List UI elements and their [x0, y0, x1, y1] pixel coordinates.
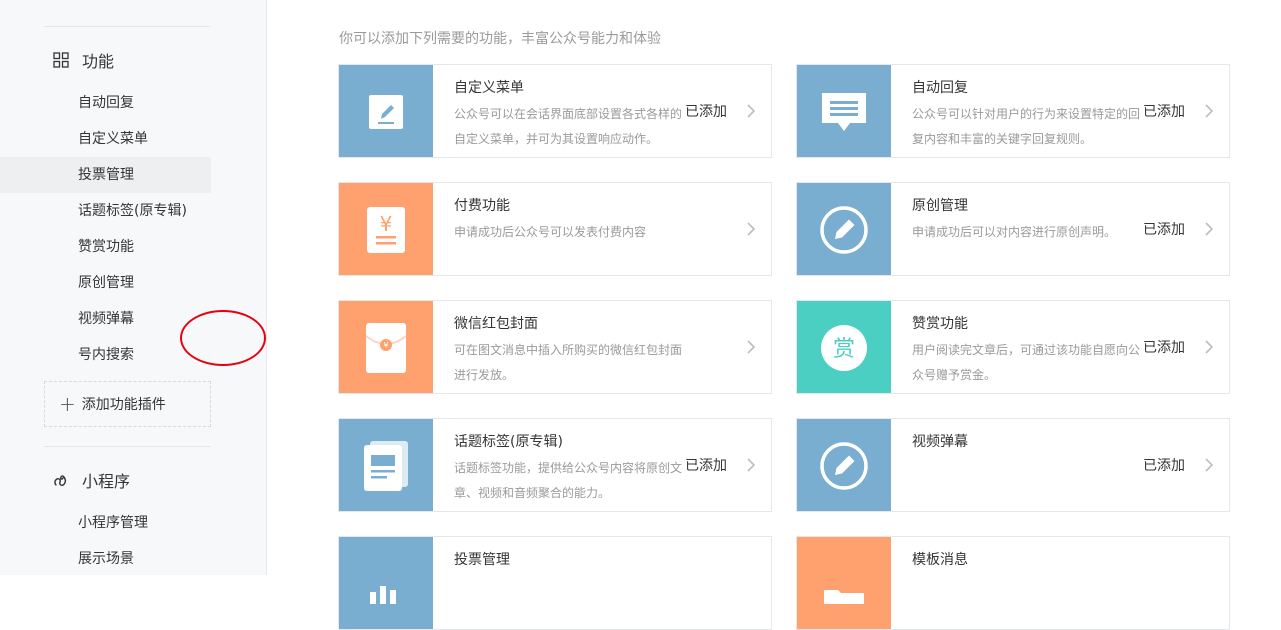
- feature-card-template-message[interactable]: 模板消息: [796, 536, 1230, 630]
- message-icon: [797, 65, 891, 157]
- reward-icon-glyph: 赏: [833, 337, 855, 362]
- card-title: 微信红包封面: [454, 316, 538, 332]
- annotation-circle: [180, 310, 266, 366]
- status-badge: 已添加: [1143, 104, 1185, 120]
- features-section-header: 功能: [52, 48, 114, 72]
- card-description: 用户阅读完文章后，可通过该功能自愿向公众号赠予赏金。: [912, 343, 1141, 382]
- features-section-title: 功能: [82, 52, 115, 71]
- feature-card-original[interactable]: 原创管理 申请成功后可以对内容进行原创声明。 已添加: [796, 182, 1230, 276]
- sidebar: 功能 自动回复 自定义菜单 投票管理 话题标签(原专辑) 赞赏功能 原创管理 视…: [0, 0, 267, 575]
- sidebar-item-miniprogram-management[interactable]: 小程序管理: [0, 505, 211, 541]
- sidebar-item-auto-reply[interactable]: 自动回复: [0, 85, 211, 121]
- svg-text:¥: ¥: [383, 341, 388, 350]
- card-title: 话题标签(原专辑): [454, 434, 563, 450]
- plus-icon: +: [59, 392, 76, 416]
- card-title: 自定义菜单: [454, 80, 524, 96]
- miniprogram-section-title: 小程序: [82, 472, 131, 491]
- status-badge: 已添加: [685, 104, 727, 120]
- feature-card-custom-menu[interactable]: 自定义菜单 公众号可以在会话界面底部设置各式各样的自定义菜单，并可为其设置响应动…: [338, 64, 772, 158]
- sidebar-item-account-search[interactable]: 号内搜索: [0, 337, 211, 373]
- feature-card-red-envelope[interactable]: ¥ 微信红包封面 可在图文消息中插入所购买的微信红包封面进行发放。: [338, 300, 772, 394]
- card-title: 自动回复: [912, 80, 968, 96]
- grid-icon: [52, 51, 70, 69]
- sidebar-item-topic-tags[interactable]: 话题标签(原专辑): [0, 193, 211, 229]
- sidebar-item-custom-menu[interactable]: 自定义菜单: [0, 121, 211, 157]
- reward-icon: 赏: [797, 301, 891, 393]
- card-description: 申请成功后公众号可以发表付费内容: [454, 225, 647, 239]
- card-title: 模板消息: [912, 552, 968, 568]
- feature-card-topic-tags[interactable]: 话题标签(原专辑) 话题标签功能，提供给公众号内容将原创文章、视频和音频聚合的能…: [338, 418, 772, 512]
- page-hint: 你可以添加下列需要的功能，丰富公众号能力和体验: [339, 31, 661, 47]
- chevron-right-icon: [1205, 104, 1214, 118]
- folder-icon: [797, 537, 891, 629]
- status-badge: 已添加: [1143, 458, 1185, 474]
- main-content: 你可以添加下列需要的功能，丰富公众号能力和体验 自定义菜单 公众号可以在会话界面…: [267, 0, 1281, 630]
- feature-card-video-danmaku[interactable]: 视频弹幕 已添加: [796, 418, 1230, 512]
- link-icon: [52, 471, 70, 489]
- card-title: 投票管理: [454, 552, 510, 568]
- card-description: 话题标签功能，提供给公众号内容将原创文章、视频和音频聚合的能力。: [454, 461, 683, 500]
- edit-icon: [339, 65, 433, 157]
- chevron-right-icon: [1205, 340, 1214, 354]
- card-description: 可在图文消息中插入所购买的微信红包封面进行发放。: [454, 343, 683, 382]
- card-description: 公众号可以针对用户的行为来设置特定的回复内容和丰富的关键字回复规则。: [912, 107, 1141, 146]
- chevron-right-icon: [747, 340, 756, 354]
- chevron-right-icon: [747, 104, 756, 118]
- card-title: 付费功能: [454, 198, 510, 214]
- sidebar-divider: [44, 26, 211, 27]
- sidebar-item-reward[interactable]: 赞赏功能: [0, 229, 211, 265]
- add-plugin-label: 添加功能插件: [81, 397, 166, 413]
- card-description: 申请成功后可以对内容进行原创声明。: [912, 225, 1117, 239]
- feature-card-vote-management[interactable]: 投票管理: [338, 536, 772, 630]
- svg-text:¥: ¥: [380, 212, 393, 236]
- feature-card-paid-content[interactable]: ¥ 付费功能 申请成功后公众号可以发表付费内容: [338, 182, 772, 276]
- miniprogram-section-header: 小程序: [52, 468, 130, 492]
- bar-chart-icon: [339, 537, 433, 629]
- sidebar-item-vote-management[interactable]: 投票管理: [0, 157, 211, 193]
- yen-icon: ¥: [339, 183, 433, 275]
- chevron-right-icon: [747, 222, 756, 236]
- feature-card-reward[interactable]: 赏 赞赏功能 用户阅读完文章后，可通过该功能自愿向公众号赠予赏金。 已添加: [796, 300, 1230, 394]
- chevron-right-icon: [1205, 222, 1214, 236]
- pencil-circle-icon: [797, 419, 891, 511]
- status-badge: 已添加: [1143, 340, 1185, 356]
- status-badge: 已添加: [685, 458, 727, 474]
- chevron-right-icon: [747, 458, 756, 472]
- pencil-circle-icon: [797, 183, 891, 275]
- card-description: 公众号可以在会话界面底部设置各式各样的自定义菜单，并可为其设置响应动作。: [454, 107, 683, 146]
- sidebar-divider: [44, 446, 211, 447]
- sidebar-item-original[interactable]: 原创管理: [0, 265, 211, 301]
- add-plugin-button[interactable]: + 添加功能插件: [44, 381, 211, 427]
- sidebar-item-display-scene[interactable]: 展示场景: [0, 541, 211, 577]
- status-badge: 已添加: [1143, 222, 1185, 238]
- red-envelope-icon: ¥: [339, 301, 433, 393]
- card-title: 视频弹幕: [912, 434, 968, 450]
- album-icon: [339, 419, 433, 511]
- chevron-right-icon: [1205, 458, 1214, 472]
- card-title: 原创管理: [912, 198, 968, 214]
- feature-card-auto-reply[interactable]: 自动回复 公众号可以针对用户的行为来设置特定的回复内容和丰富的关键字回复规则。 …: [796, 64, 1230, 158]
- sidebar-item-video-danmaku[interactable]: 视频弹幕: [0, 301, 211, 337]
- card-title: 赞赏功能: [912, 316, 968, 332]
